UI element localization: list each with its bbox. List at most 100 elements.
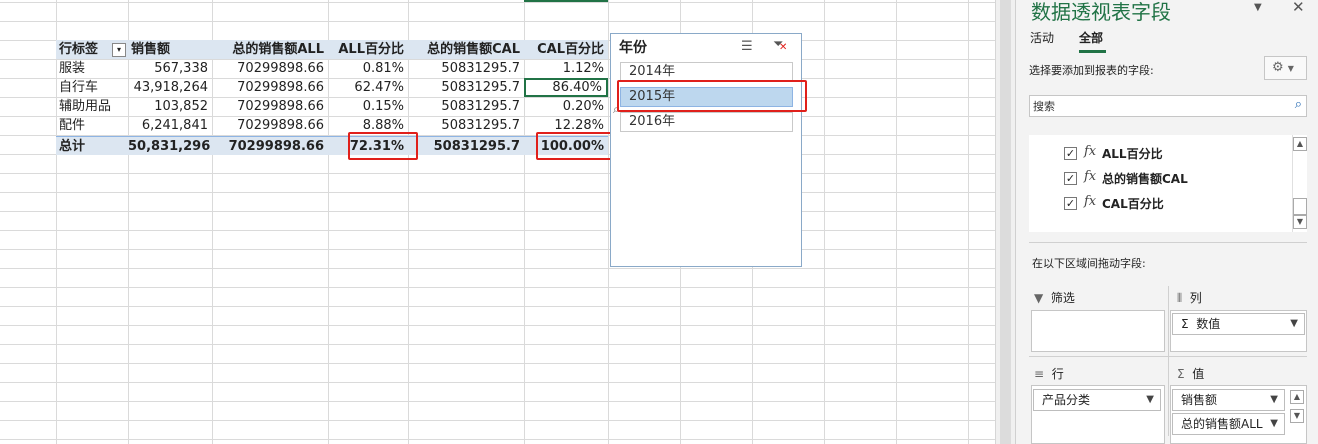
slicer-item-2016[interactable]: 2016年 [620,112,793,132]
slicer-title: 年份 [619,40,647,56]
cell-all-percent[interactable]: 0.81% [328,59,408,78]
cell-category[interactable]: 辅助用品 [56,97,128,116]
cell-total-cal[interactable]: 50831295.7 [408,59,524,78]
field-checkbox-total-sales-cal[interactable]: ✓ [1064,172,1077,185]
field-checkbox-all-percent[interactable]: ✓ [1064,147,1077,160]
filter-area-label: ▼ 筛选 [1034,289,1075,306]
total-sales[interactable]: 50,831,296 [128,137,212,156]
search-icon[interactable]: ⌕ [1295,97,1302,112]
cell-sales[interactable]: 567,338 [128,59,212,78]
columns-area-label: ⫴ 列 [1177,289,1202,306]
tab-active[interactable]: 活动 [1030,29,1054,46]
multi-select-icon[interactable]: ☰ [741,39,753,54]
table-row: 自行车 43,918,264 70299898.66 62.47% 508312… [56,78,608,97]
cell-cal-percent[interactable]: 1.12% [524,59,608,78]
chevron-down-icon[interactable]: ▼ [1146,390,1154,410]
columns-chip[interactable]: Σ 数值 ▼ [1172,313,1305,335]
cell-total-all[interactable]: 70299898.66 [212,78,328,97]
active-column-marker [524,0,608,2]
cell-total-cal[interactable]: 50831295.7 [408,78,524,97]
active-cell-cal-percent[interactable]: 86.40% [524,78,608,97]
columns-area-title: 列 [1189,291,1202,305]
close-icon[interactable]: ✕ [1292,0,1305,16]
scroll-up-icon[interactable]: ▲ [1290,390,1304,404]
year-slicer[interactable]: 年份 ☰ ⏷ ✕ 2014年 2015年 2016年 ⌕ [610,33,802,267]
field-all-percent[interactable]: ALL百分比 [1102,145,1163,163]
sheet-vertical-scrollbar[interactable] [995,0,1015,444]
fx-icon: fx [1084,144,1097,159]
search-input[interactable]: 搜索 ⌕ [1029,95,1307,117]
values-area-title: 值 [1192,367,1205,381]
header-sales[interactable]: 销售额 [128,40,212,59]
total-all[interactable]: 70299898.66 [212,137,328,156]
header-total-sales-all[interactable]: 总的销售额ALL [212,40,328,59]
fx-icon: fx [1084,169,1097,184]
chevron-down-icon[interactable]: ▼ [1270,414,1278,434]
rows-chip[interactable]: 产品分类 ▼ [1033,389,1161,411]
panel-title: 数据透视表字段 [1031,0,1171,24]
chevron-down-icon[interactable]: ▼ [1270,390,1278,410]
values-chip-total-all[interactable]: 总的销售额ALL ▼ [1172,413,1285,435]
cell-total-all[interactable]: 70299898.66 [212,116,328,135]
scroll-down-icon[interactable]: ▼ [1293,215,1307,229]
filter-area-title: 筛选 [1050,291,1075,305]
cell-category[interactable]: 服装 [56,59,128,78]
cell-cal-percent[interactable]: 0.20% [524,97,608,116]
header-all-percent[interactable]: ALL百分比 [328,40,408,59]
cell-all-percent[interactable]: 0.15% [328,97,408,116]
filter-drop-zone[interactable] [1031,310,1165,352]
cell-total-all[interactable]: 70299898.66 [212,97,328,116]
total-cal[interactable]: 50831295.7 [408,137,524,156]
highlight-box-slicer-2015 [617,80,807,112]
search-placeholder: 搜索 [1033,100,1055,113]
cell-category[interactable]: 自行车 [56,78,128,97]
divider [1029,356,1307,357]
scroll-down-icon[interactable]: ▼ [1290,409,1304,423]
header-cal-percent[interactable]: CAL百分比 [524,40,608,59]
divider [1029,242,1307,243]
fx-icon: fx [1084,194,1097,209]
divider [1168,286,1169,436]
columns-icon: ⫴ [1177,291,1183,305]
filter-icon: ▼ [1034,291,1044,305]
values-chip-sales[interactable]: 销售额 ▼ [1172,389,1285,411]
cell-total-cal[interactable]: 50831295.7 [408,116,524,135]
header-total-sales-cal[interactable]: 总的销售额CAL [408,40,524,59]
worksheet-grid[interactable]: 行标签 销售额 总的销售额ALL ALL百分比 总的销售额CAL CAL百分比 … [0,0,995,444]
cell-all-percent[interactable]: 62.47% [328,78,408,97]
highlight-box-cal-percent [536,132,616,160]
scroll-thumb[interactable] [1000,0,1011,444]
sigma-icon: Σ [1177,367,1185,381]
cell-total-all[interactable]: 70299898.66 [212,59,328,78]
field-list-scrollbar[interactable]: ▲ ▼ [1292,135,1307,232]
total-label[interactable]: 总计 [56,137,128,156]
pivot-total-row: 总计 50,831,296 70299898.66 72.31% 5083129… [56,136,608,155]
cell-sales[interactable]: 103,852 [128,97,212,116]
tab-all[interactable]: 全部 [1079,29,1103,46]
drag-fields-label: 在以下区域间拖动字段: [1032,257,1146,270]
row-label-filter-dropdown[interactable]: ▾ [112,43,126,57]
highlight-box-all-percent [348,132,418,160]
scroll-up-icon[interactable]: ▲ [1293,137,1307,151]
cell-sales[interactable]: 43,918,264 [128,78,212,97]
chevron-down-icon[interactable]: ▼ [1290,314,1298,334]
gear-icon[interactable]: ⚙ ▼ [1264,56,1307,80]
field-cal-percent[interactable]: CAL百分比 [1102,195,1164,213]
clear-filter-icon[interactable]: ⏷ ✕ [773,37,787,53]
columns-chip-label: 数值 [1196,317,1221,331]
table-row: 配件 6,241,841 70299898.66 8.88% 50831295.… [56,116,608,135]
slicer-item-2014[interactable]: 2014年 [620,62,793,82]
pivot-field-panel: 数据透视表字段 ▼ ✕ 活动 全部 选择要添加到报表的字段: ⚙ ▼ 搜索 ⌕ … [1015,0,1318,444]
field-checkbox-cal-percent[interactable]: ✓ [1064,197,1077,210]
panel-options-dropdown-icon[interactable]: ▼ [1254,2,1262,13]
field-total-sales-cal[interactable]: 总的销售额CAL [1102,170,1188,188]
rows-area-label: ≡ 行 [1034,365,1064,382]
choose-fields-label: 选择要添加到报表的字段: [1029,64,1154,77]
cell-category[interactable]: 配件 [56,116,128,135]
sigma-icon: Σ [1181,317,1189,331]
cell-total-cal[interactable]: 50831295.7 [408,97,524,116]
scroll-thumb[interactable] [1293,198,1307,215]
table-row: 服装 567,338 70299898.66 0.81% 50831295.7 … [56,59,608,78]
cell-sales[interactable]: 6,241,841 [128,116,212,135]
values-chip-label: 销售额 [1181,393,1218,407]
